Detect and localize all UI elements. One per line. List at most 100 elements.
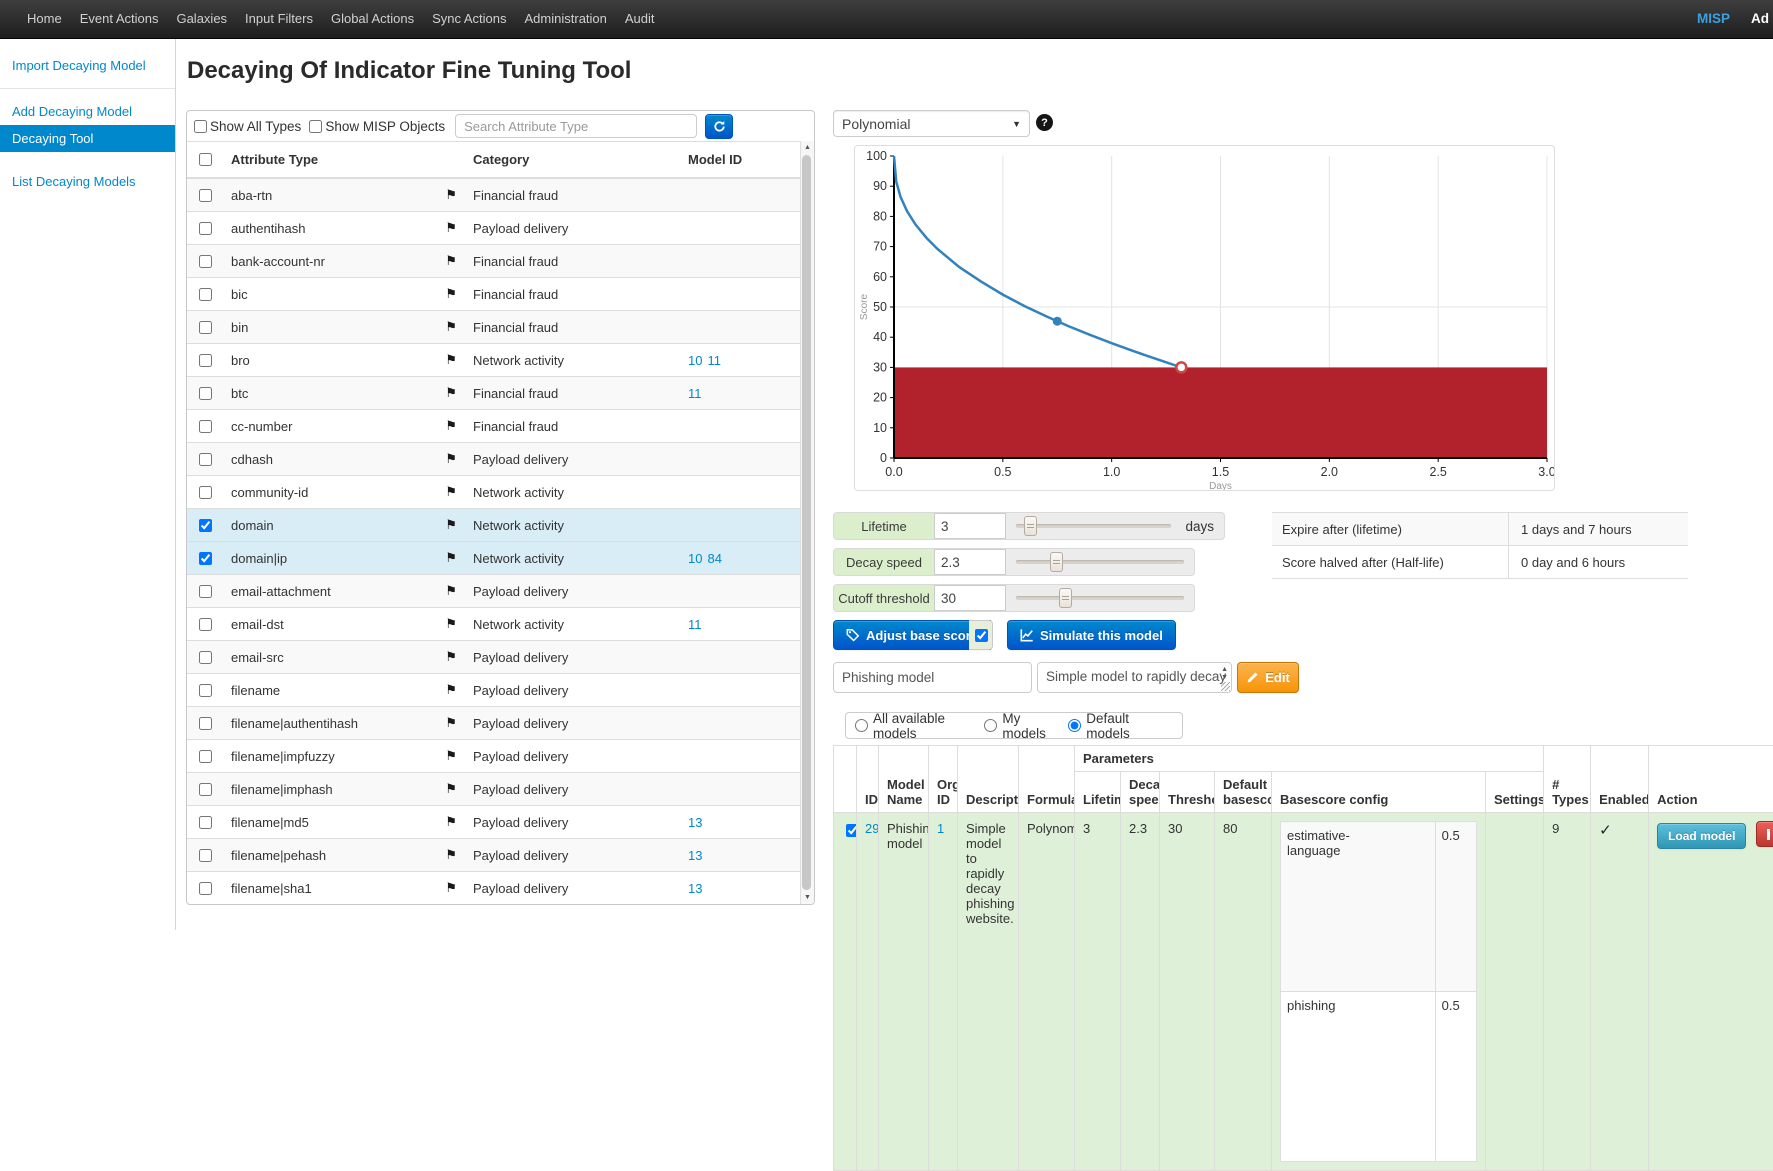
slider-handle[interactable]: [1050, 552, 1063, 572]
radio-all-available-models[interactable]: [855, 719, 868, 732]
show-misp-objects-checkbox[interactable]: [309, 120, 322, 133]
attribute-row[interactable]: bic⚑Financial fraud: [187, 278, 801, 311]
attribute-row[interactable]: authentihash⚑Payload delivery: [187, 212, 801, 245]
slider-handle[interactable]: [1059, 588, 1072, 608]
row-checkbox[interactable]: [199, 849, 212, 862]
model-id-link[interactable]: 11: [707, 353, 721, 368]
model-row[interactable]: 29 Phishing model 1 Simple model to rapi…: [834, 813, 1773, 1171]
attribute-row[interactable]: btc⚑Financial fraud11: [187, 377, 801, 410]
attribute-row[interactable]: community-id⚑Network activity: [187, 476, 801, 509]
model-id-link[interactable]: 13: [688, 848, 702, 863]
textarea-scroll-down-icon[interactable]: ▼: [1221, 674, 1228, 681]
nav-admin-link[interactable]: Ad: [1751, 0, 1769, 38]
row-checkbox[interactable]: [199, 222, 212, 235]
lifetime-slider[interactable]: [1016, 513, 1171, 539]
radio-option-default-models[interactable]: Default models: [1068, 711, 1159, 741]
row-checkbox[interactable]: [199, 783, 212, 796]
row-checkbox[interactable]: [199, 288, 212, 301]
attribute-row[interactable]: bro⚑Network activity1011: [187, 344, 801, 377]
radio-default-models[interactable]: [1068, 719, 1081, 732]
row-checkbox[interactable]: [199, 420, 212, 433]
model-id-link[interactable]: 10: [688, 551, 702, 566]
search-attribute-type-input[interactable]: [455, 114, 697, 138]
decay-point-marker[interactable]: [1053, 317, 1062, 326]
model-row-checkbox[interactable]: [846, 824, 857, 837]
load-model-button[interactable]: Load model: [1657, 823, 1746, 849]
cutoff-threshold-input[interactable]: [934, 585, 1006, 611]
row-checkbox[interactable]: [199, 453, 212, 466]
textarea-scroll-up-icon[interactable]: ▲: [1221, 666, 1228, 673]
row-checkbox[interactable]: [199, 321, 212, 334]
nav-item-sync-actions[interactable]: Sync Actions: [423, 0, 515, 38]
model-id-link[interactable]: 29: [865, 821, 879, 836]
attribute-row[interactable]: cdhash⚑Payload delivery: [187, 443, 801, 476]
row-checkbox[interactable]: [199, 486, 212, 499]
attribute-row[interactable]: domain|ip⚑Network activity1084: [187, 542, 801, 575]
cutoff-threshold-slider[interactable]: [1016, 585, 1184, 611]
simulate-model-button[interactable]: Simulate this model: [1007, 620, 1176, 650]
attribute-row[interactable]: email-dst⚑Network activity11: [187, 608, 801, 641]
attribute-row[interactable]: bank-account-nr⚑Financial fraud: [187, 245, 801, 278]
row-checkbox[interactable]: [199, 684, 212, 697]
sidebar-item-import-decaying-model[interactable]: Import Decaying Model: [0, 52, 175, 79]
select-all-checkbox[interactable]: [199, 153, 212, 166]
textarea-resize-grip[interactable]: [1221, 682, 1230, 691]
model-id-link[interactable]: 13: [688, 881, 702, 896]
attribute-row[interactable]: aba-rtn⚑Financial fraud: [187, 178, 801, 212]
row-checkbox[interactable]: [199, 354, 212, 367]
model-id-link[interactable]: 11: [688, 617, 702, 632]
nav-item-administration[interactable]: Administration: [516, 0, 616, 38]
help-icon[interactable]: ?: [1036, 114, 1053, 131]
row-checkbox[interactable]: [199, 882, 212, 895]
misp-brand-link[interactable]: MISP: [1697, 0, 1730, 38]
attribute-row[interactable]: filename|sha1⚑Payload delivery13: [187, 872, 801, 905]
threshold-point-marker[interactable]: [1176, 362, 1186, 372]
row-checkbox[interactable]: [199, 519, 212, 532]
row-checkbox[interactable]: [199, 189, 212, 202]
model-id-link[interactable]: 13: [688, 815, 702, 830]
slider-handle[interactable]: [1024, 516, 1037, 536]
sidebar-item-decaying-tool[interactable]: Decaying Tool: [0, 125, 175, 152]
nav-item-audit[interactable]: Audit: [616, 0, 664, 38]
nav-item-event-actions[interactable]: Event Actions: [71, 0, 168, 38]
attribute-row[interactable]: filename|impfuzzy⚑Payload delivery: [187, 740, 801, 773]
nav-item-global-actions[interactable]: Global Actions: [322, 0, 423, 38]
scroll-down-arrow[interactable]: ▼: [801, 891, 814, 904]
nav-item-galaxies[interactable]: Galaxies: [167, 0, 236, 38]
pause-model-button[interactable]: [1756, 821, 1773, 847]
show-all-types-checkbox[interactable]: [194, 120, 207, 133]
attribute-row[interactable]: filename|md5⚑Payload delivery13: [187, 806, 801, 839]
attribute-row[interactable]: filename⚑Payload delivery: [187, 674, 801, 707]
scroll-thumb[interactable]: [802, 155, 811, 890]
radio-option-all-available-models[interactable]: All available models: [855, 711, 970, 741]
nav-item-home[interactable]: Home: [18, 0, 71, 38]
sidebar-item-list-decaying-models[interactable]: List Decaying Models: [0, 168, 175, 195]
attribute-row[interactable]: email-attachment⚑Payload delivery: [187, 575, 801, 608]
attribute-row[interactable]: filename|pehash⚑Payload delivery13: [187, 839, 801, 872]
adjust-base-score-checkbox[interactable]: [975, 629, 988, 642]
table-scrollbar[interactable]: ▲ ▼: [800, 141, 814, 904]
refresh-button[interactable]: [705, 114, 733, 139]
scroll-up-arrow[interactable]: ▲: [801, 141, 814, 154]
org-id-link[interactable]: 1: [937, 821, 944, 836]
model-id-link[interactable]: 84: [707, 551, 721, 566]
row-checkbox[interactable]: [199, 750, 212, 763]
row-checkbox[interactable]: [199, 618, 212, 631]
decay-speed-input[interactable]: [934, 549, 1006, 575]
adjust-base-score-button[interactable]: Adjust base score: [833, 620, 991, 650]
radio-my-models[interactable]: [984, 719, 997, 732]
attribute-row[interactable]: filename|imphash⚑Payload delivery: [187, 773, 801, 806]
edit-model-button[interactable]: Edit: [1237, 662, 1299, 693]
model-description-textarea[interactable]: Simple model to rapidly decay ▲ ▼: [1037, 662, 1232, 693]
attribute-row[interactable]: email-src⚑Payload delivery: [187, 641, 801, 674]
model-id-link[interactable]: 10: [688, 353, 702, 368]
sidebar-item-add-decaying-model[interactable]: Add Decaying Model: [0, 98, 175, 125]
nav-item-input-filters[interactable]: Input Filters: [236, 0, 322, 38]
model-name-input[interactable]: [833, 662, 1032, 693]
model-id-link[interactable]: 11: [688, 386, 702, 401]
attribute-row[interactable]: domain⚑Network activity: [187, 509, 801, 542]
radio-option-my-models[interactable]: My models: [984, 711, 1054, 741]
row-checkbox[interactable]: [199, 816, 212, 829]
row-checkbox[interactable]: [199, 552, 212, 565]
attribute-row[interactable]: bin⚑Financial fraud: [187, 311, 801, 344]
